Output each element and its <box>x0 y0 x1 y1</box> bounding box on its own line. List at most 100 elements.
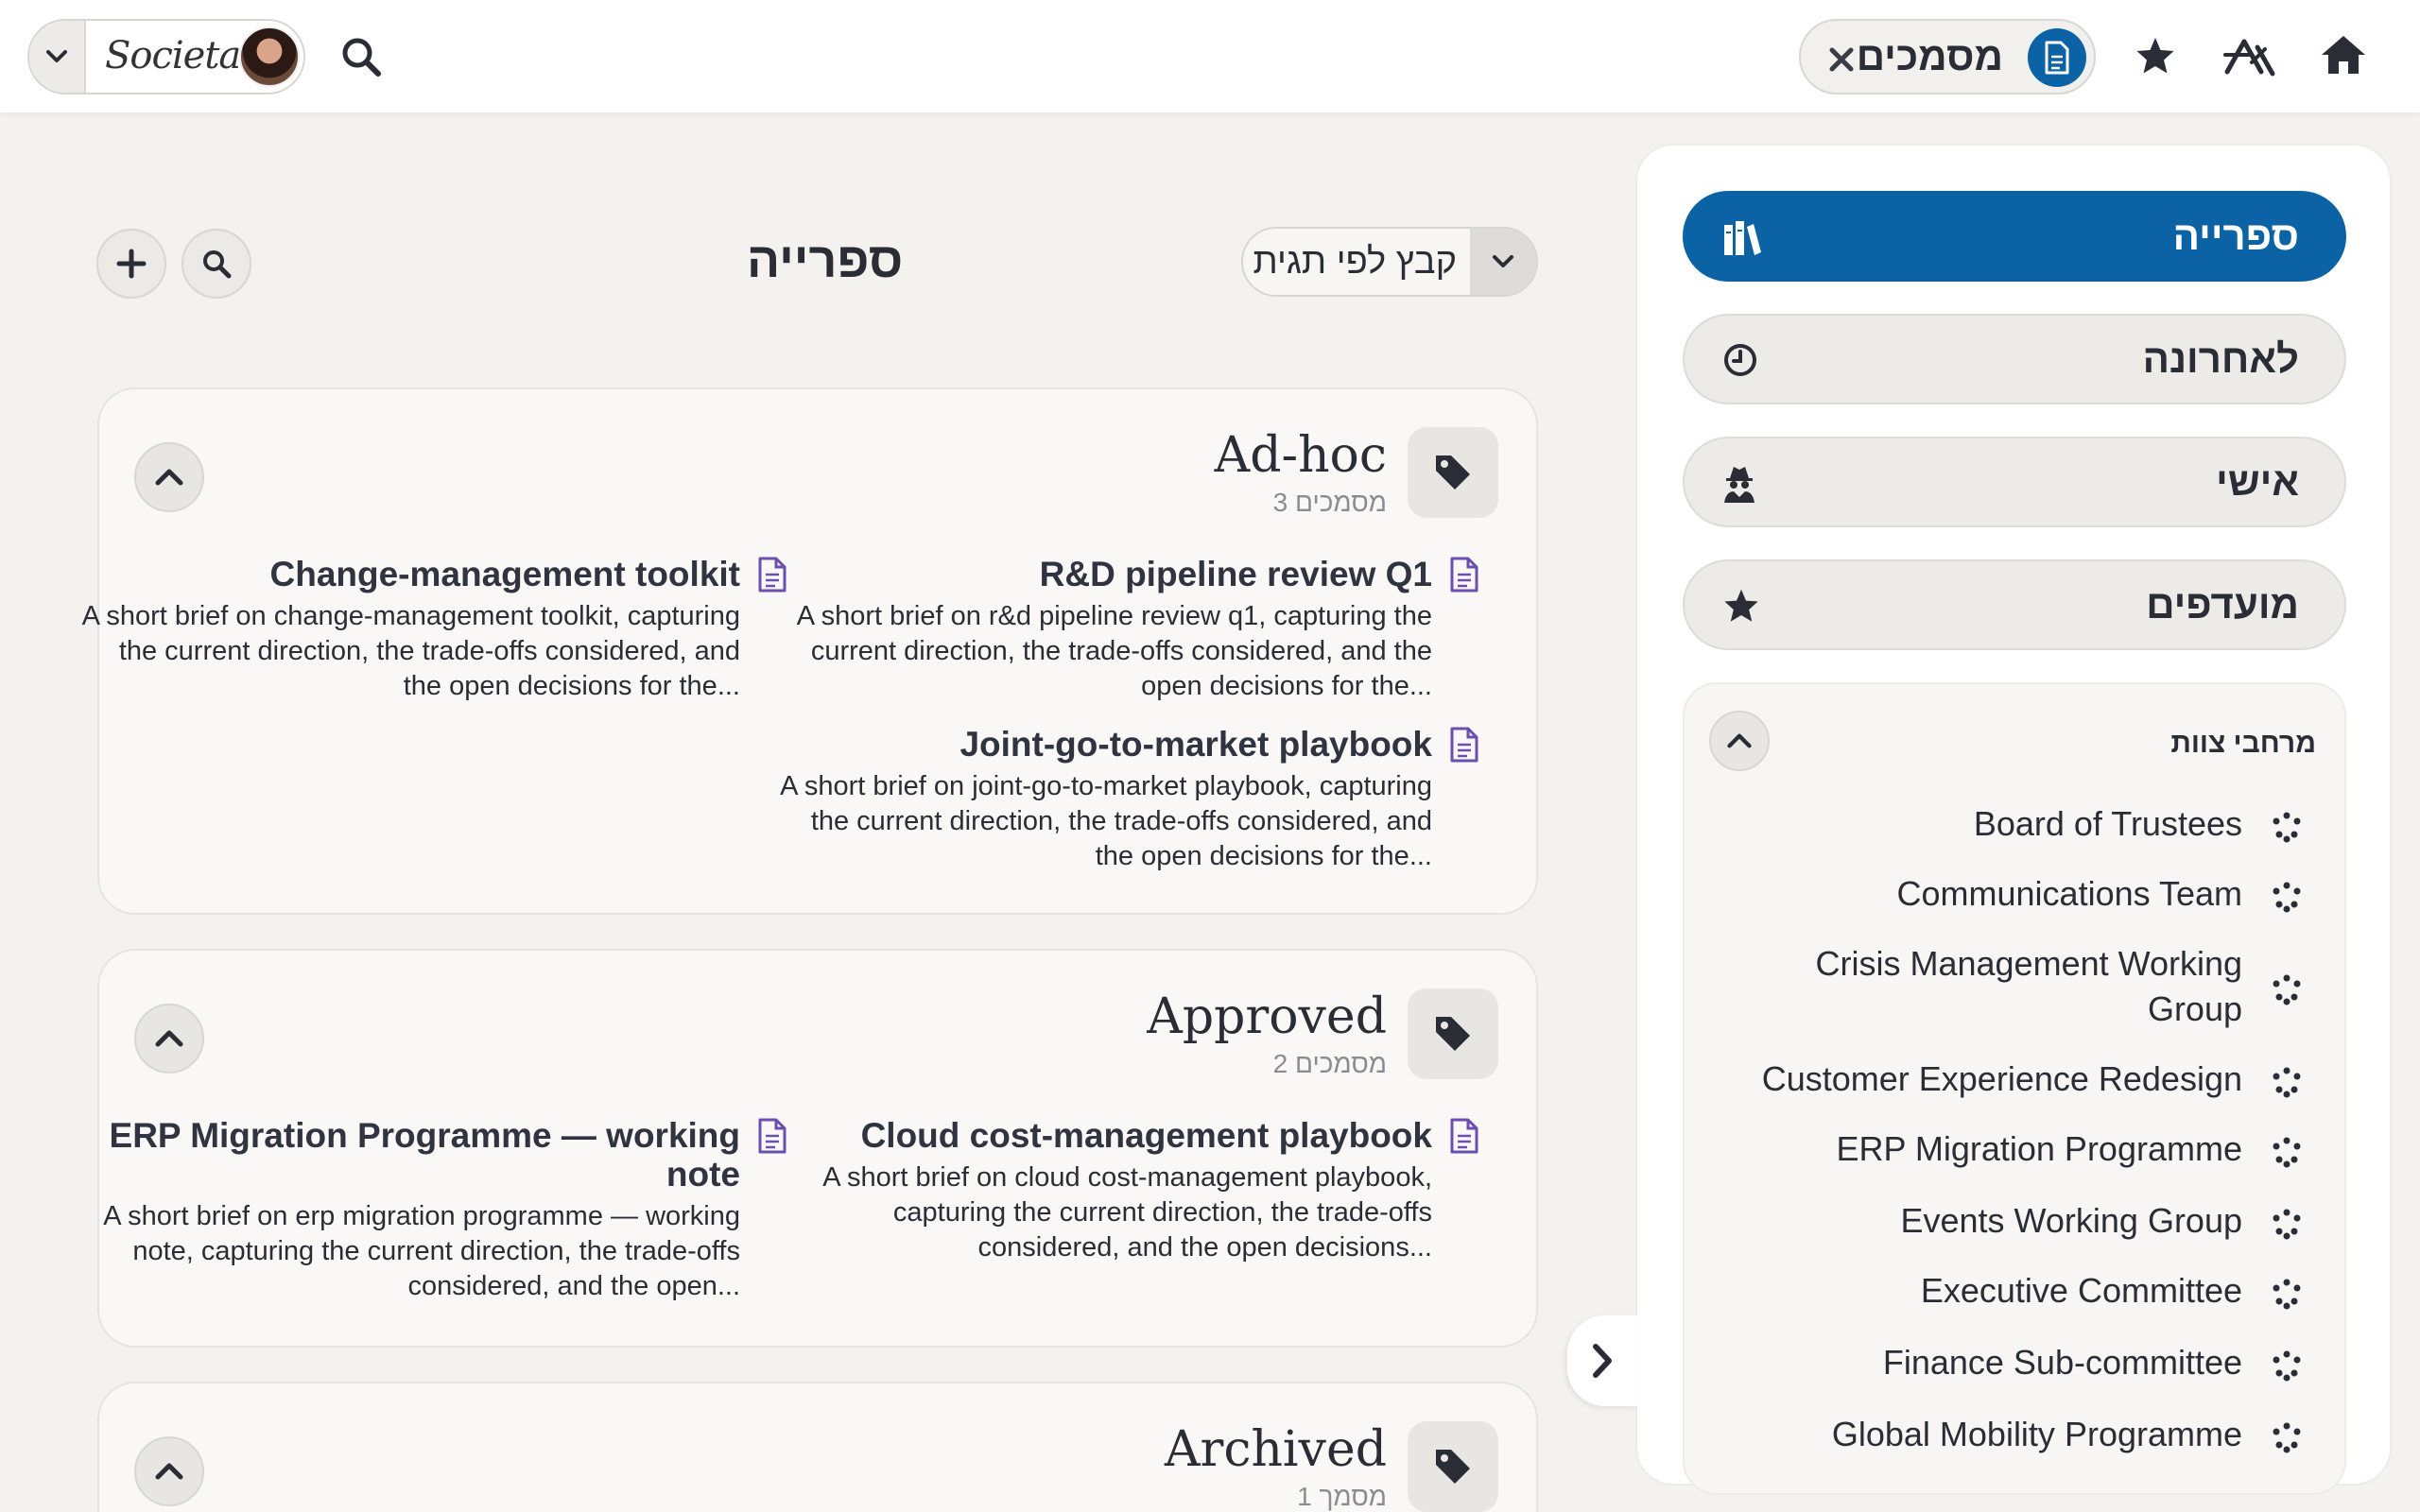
collapse-button[interactable] <box>1709 711 1770 771</box>
tab-label: מסמכים <box>1856 34 2003 78</box>
chevron-up-icon <box>1727 733 1752 748</box>
tag-icon <box>1408 1421 1498 1512</box>
document-item[interactable]: Joint-go-to-market playbook A short brie… <box>770 725 1478 874</box>
clock-icon <box>1722 342 1758 378</box>
team-space-item[interactable]: Finance Sub-committee <box>1739 1340 2307 1385</box>
team-space-label: Board of Trustees <box>1973 804 2242 843</box>
document-description: A short brief on cloud cost-management p… <box>822 1162 1432 1263</box>
sidebar-item-recent[interactable]: לאחרונה <box>1683 314 2346 404</box>
collapse-button[interactable] <box>134 442 204 512</box>
collapse-button[interactable] <box>134 1436 204 1506</box>
team-space-item[interactable]: Customer Experience Redesign <box>1739 1057 2307 1102</box>
library-icon <box>1722 219 1762 257</box>
tag-icon <box>1408 988 1498 1079</box>
document-description: A short brief on r&d pipeline review q1,… <box>796 601 1432 701</box>
close-icon[interactable] <box>1827 45 1856 74</box>
chevron-down-icon[interactable] <box>29 21 86 93</box>
document-icon <box>757 1118 787 1154</box>
sidebar-item-personal[interactable]: אישי <box>1683 437 2346 527</box>
sidebar-item-label: לאחרונה <box>2142 336 2299 381</box>
team-spaces-panel: מרחבי צוות Board of Trustees Communicati… <box>1683 682 2346 1495</box>
team-icon <box>2271 1136 2303 1168</box>
sidebar-item-label: מועדפים <box>2146 582 2299 627</box>
team-icon <box>2271 1278 2303 1310</box>
document-icon <box>1449 1118 1479 1154</box>
collapse-button[interactable] <box>134 1004 204 1074</box>
team-space-label: Finance Sub-committee <box>1882 1343 2242 1382</box>
library-search-button[interactable] <box>182 229 251 299</box>
team-icon <box>2271 1208 2303 1240</box>
library-header: ספרייה קבץ לפי תגית <box>95 227 1541 299</box>
star-icon[interactable] <box>2135 36 2176 76</box>
tag-icon <box>1408 427 1498 518</box>
account-switcher[interactable]: Societas <box>27 19 305 94</box>
team-space-item[interactable]: Board of Trustees <box>1739 801 2307 847</box>
document-title[interactable]: R&D pipeline review Q1 <box>770 555 1432 593</box>
avatar[interactable] <box>239 26 300 87</box>
team-space-item[interactable]: Executive Committee <box>1739 1268 2307 1314</box>
sidebar-toggle-button[interactable] <box>1567 1315 1637 1406</box>
team-space-label: Events Working Group <box>1900 1201 2243 1240</box>
team-icon <box>2271 973 2303 1005</box>
document-item[interactable]: Cloud cost-management playbook A short b… <box>770 1116 1478 1265</box>
document-title[interactable]: Joint-go-to-market playbook <box>770 725 1432 764</box>
apps-icon[interactable] <box>2223 34 2276 77</box>
team-space-label: ERP Migration Programme <box>1836 1129 2243 1168</box>
group-by-select[interactable]: קבץ לפי תגית <box>1241 227 1538 297</box>
group-by-label: קבץ לפי תגית <box>1253 242 1457 282</box>
team-space-label: Communications Team <box>1896 874 2242 913</box>
document-description: A short brief on erp migration programme… <box>103 1201 740 1301</box>
tag-group-archived: Archived 1 מסמך <box>97 1382 1538 1512</box>
team-space-label: Executive Committee <box>1920 1271 2242 1310</box>
document-title[interactable]: Change-management toolkit <box>78 555 741 593</box>
document-item[interactable]: R&D pipeline review Q1 A short brief on … <box>770 555 1478 704</box>
document-icon <box>757 557 787 593</box>
team-space-label: Crisis Management Working Group <box>1815 944 2243 1028</box>
chevron-up-icon <box>155 1030 183 1047</box>
open-tab-documents[interactable]: מסמכים <box>1799 19 2096 94</box>
team-icon <box>2271 881 2303 913</box>
top-bar: Societas מסמכים <box>0 0 2420 112</box>
search-icon[interactable] <box>338 34 384 79</box>
team-icon <box>2271 1066 2303 1098</box>
user-secret-icon <box>1722 465 1756 503</box>
document-icon <box>1449 557 1479 593</box>
team-icon <box>2271 1349 2303 1382</box>
chevron-right-icon <box>1593 1344 1612 1378</box>
star-icon <box>1722 588 1760 624</box>
team-space-item[interactable]: Communications Team <box>1739 871 2307 917</box>
document-item[interactable]: Change-management toolkit A short brief … <box>78 555 786 704</box>
document-title[interactable]: ERP Migration Programme — working note <box>78 1116 740 1194</box>
add-button[interactable] <box>96 229 166 299</box>
team-space-item[interactable]: ERP Migration Programme <box>1739 1126 2307 1172</box>
chevron-down-icon[interactable] <box>1470 229 1536 295</box>
tag-group-approved: Approved 2 מסמכים Cloud cost-management … <box>97 949 1538 1348</box>
chevron-up-icon <box>155 469 183 486</box>
tag-count: 2 מסמכים <box>1272 1049 1387 1078</box>
tag-count: 3 מסמכים <box>1272 488 1387 517</box>
document-title[interactable]: Cloud cost-management playbook <box>770 1116 1432 1155</box>
team-icon <box>2271 811 2303 843</box>
team-space-item[interactable]: Global Mobility Programme <box>1739 1412 2307 1457</box>
tag-name: Ad-hoc <box>1214 427 1387 484</box>
team-icon <box>2271 1421 2303 1453</box>
document-icon <box>2028 28 2086 87</box>
sidebar-item-label: אישי <box>2216 459 2299 504</box>
search-icon <box>203 250 232 279</box>
sidebar-item-favorites[interactable]: מועדפים <box>1683 559 2346 650</box>
document-description: A short brief on change-management toolk… <box>81 601 740 701</box>
tag-group-ad-hoc: Ad-hoc 3 מסמכים R&D pipeline review Q1 A… <box>82 387 1538 915</box>
team-space-label: Customer Experience Redesign <box>1761 1059 2242 1098</box>
document-item[interactable]: ERP Migration Programme — working note A… <box>78 1116 786 1304</box>
tag-count: 1 מסמך <box>1297 1482 1387 1511</box>
sidebar: ספרייה לאחרונה אישי מועדפים מרחבי צוות B… <box>1635 144 2392 1495</box>
team-space-label: Global Mobility Programme <box>1831 1415 2242 1453</box>
sidebar-item-library[interactable]: ספרייה <box>1683 191 2346 282</box>
home-icon[interactable] <box>2320 34 2367 76</box>
sidebar-item-label: ספרייה <box>2172 214 2299 258</box>
tag-name: Archived <box>1164 1421 1387 1478</box>
chevron-up-icon <box>155 1463 183 1480</box>
team-spaces-title: מרחבי צוות <box>2170 728 2316 759</box>
team-space-item[interactable]: Events Working Group <box>1739 1198 2307 1244</box>
team-space-item[interactable]: Crisis Management Working Group <box>1739 941 2307 1032</box>
